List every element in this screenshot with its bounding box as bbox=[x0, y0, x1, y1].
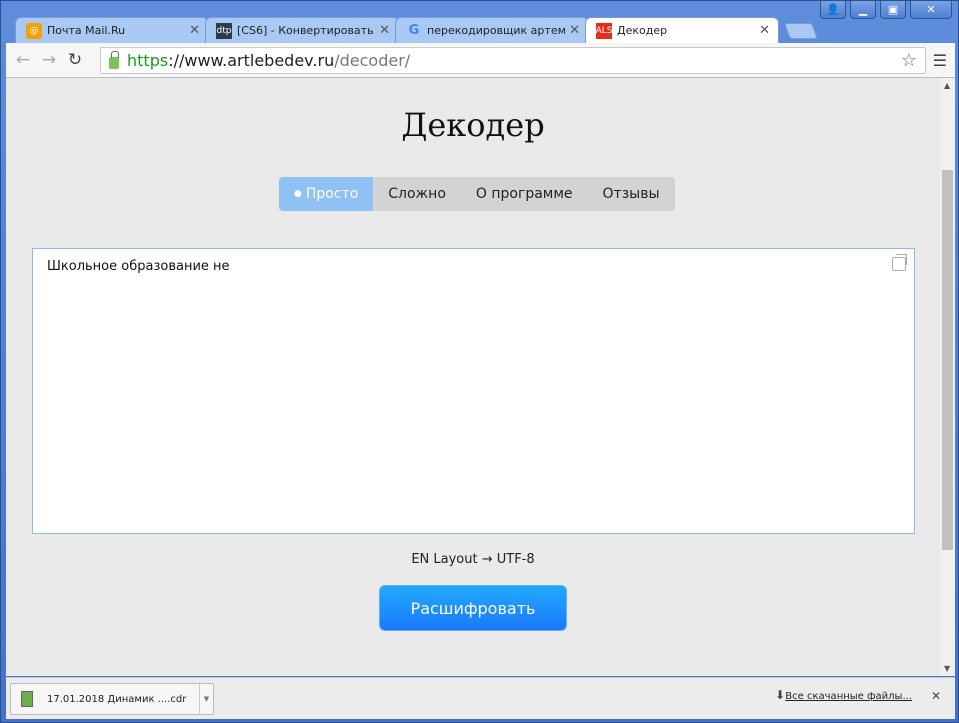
tab-label: Просто bbox=[305, 186, 359, 202]
tab-title: Почта Mail.Ru bbox=[47, 24, 126, 37]
scrollbar[interactable]: ▲ ▼ bbox=[940, 78, 955, 676]
reload-icon[interactable]: ↻ bbox=[62, 50, 88, 70]
tab-title: перекодировщик артемия л bbox=[427, 24, 566, 37]
tab-complex[interactable]: Сложно bbox=[373, 177, 461, 211]
url-host: ://www.artlebedev.ru bbox=[168, 51, 335, 70]
page-content: Декодер ● Просто Сложно О программе Отзыв… bbox=[6, 78, 940, 676]
all-downloads-link[interactable]: Все скачанные файлы... bbox=[785, 691, 912, 702]
close-tab-icon[interactable]: ✕ bbox=[759, 23, 770, 38]
active-dot-icon: ● bbox=[294, 189, 302, 199]
file-icon bbox=[21, 691, 33, 707]
als-icon: ALS bbox=[596, 22, 612, 39]
encoding-label: EN Layout → UTF-8 bbox=[411, 552, 535, 567]
dtp-icon: dtp bbox=[216, 22, 232, 39]
scroll-up-icon[interactable]: ▲ bbox=[944, 81, 950, 90]
forward-icon[interactable]: → bbox=[36, 50, 62, 70]
user-icon: 👤 bbox=[826, 3, 840, 16]
scrollbar-thumb[interactable] bbox=[942, 170, 953, 550]
decode-button[interactable]: Расшифровать bbox=[379, 585, 567, 631]
mailru-icon: @ bbox=[26, 22, 42, 39]
close-tab-icon[interactable]: ✕ bbox=[379, 23, 390, 38]
mode-tabs: ● Просто Сложно О программе Отзывы bbox=[279, 177, 675, 211]
browser-window: 👤 ▁ ▣ ✕ @ Почта Mail.Ru ✕ dtp [CS6] - Конве… bbox=[0, 0, 959, 723]
close-tab-icon[interactable]: ✕ bbox=[569, 23, 580, 38]
page-title: Декодер bbox=[401, 106, 545, 144]
download-icon: ⬇ bbox=[774, 688, 785, 702]
download-item[interactable]: 17.01.2018 Динамик ....cdr ▼ bbox=[10, 683, 214, 715]
url-scheme: https bbox=[127, 51, 169, 70]
browser-toolbar: ← → ↻ https://www.artlebedev.ru/decoder/… bbox=[6, 43, 955, 78]
close-download-bar-icon[interactable]: ✕ bbox=[931, 689, 941, 703]
tab-title: [CS6] - Конвертировать ста bbox=[237, 24, 375, 37]
browser-tab-decoder[interactable]: ALS Декодер ✕ bbox=[585, 17, 779, 43]
maximize-button[interactable]: ▣ bbox=[880, 1, 906, 19]
close-tab-icon[interactable]: ✕ bbox=[189, 23, 200, 38]
input-text: Школьное образование не bbox=[47, 259, 230, 274]
back-icon[interactable]: ← bbox=[10, 50, 36, 70]
minimize-button[interactable]: ▁ bbox=[850, 1, 876, 19]
download-bar: 17.01.2018 Динамик ....cdr ▼ ⬇ Все скача… bbox=[6, 677, 955, 719]
url-path: /decoder/ bbox=[334, 51, 411, 70]
window-controls: 👤 ▁ ▣ ✕ bbox=[820, 1, 952, 19]
browser-tab-mail[interactable]: @ Почта Mail.Ru ✕ bbox=[15, 17, 209, 43]
address-bar[interactable]: https://www.artlebedev.ru/decoder/ ☆ bbox=[100, 47, 926, 74]
download-filename: 17.01.2018 Динамик ....cdr bbox=[47, 693, 187, 705]
browser-tab-google[interactable]: Gперекодировщик артемия л✕ bbox=[395, 17, 589, 43]
google-icon: G bbox=[408, 23, 420, 38]
tab-about[interactable]: О программе bbox=[461, 177, 588, 211]
close-window-button[interactable]: ✕ bbox=[910, 1, 952, 19]
text-input[interactable]: Школьное образование не bbox=[32, 248, 915, 534]
tab-simple[interactable]: ● Просто bbox=[279, 177, 374, 211]
bookmark-star-icon[interactable]: ☆ bbox=[901, 50, 917, 71]
download-options-icon[interactable]: ▼ bbox=[199, 684, 213, 714]
tab-title: Декодер bbox=[617, 24, 668, 37]
tab-reviews[interactable]: Отзывы bbox=[588, 177, 675, 211]
scroll-down-icon[interactable]: ▼ bbox=[944, 664, 950, 673]
tab-strip: @ Почта Mail.Ru ✕ dtp [CS6] - Конвертироват… bbox=[15, 17, 818, 43]
copy-icon[interactable] bbox=[892, 254, 907, 271]
browser-tab-cs6[interactable]: dtp [CS6] - Конвертировать ста ✕ bbox=[205, 17, 399, 43]
lock-icon bbox=[109, 50, 119, 69]
profile-button[interactable]: 👤 bbox=[820, 1, 846, 19]
new-tab-button[interactable] bbox=[784, 23, 818, 39]
menu-icon[interactable]: ☰ bbox=[933, 51, 947, 70]
